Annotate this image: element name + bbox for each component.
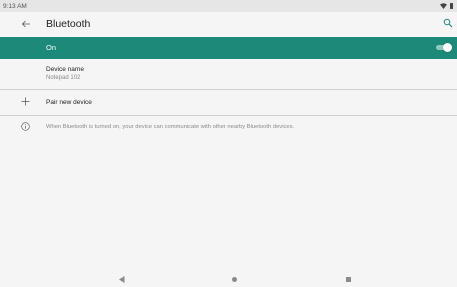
info-row: When Bluetooth is turned on, your device… bbox=[0, 118, 457, 138]
device-name-row[interactable]: Device name Notepad 102 bbox=[0, 60, 457, 88]
plus-icon bbox=[21, 97, 30, 106]
toggle-thumb bbox=[443, 43, 452, 52]
bluetooth-toggle[interactable] bbox=[435, 42, 452, 53]
pair-new-device-label: Pair new device bbox=[46, 99, 92, 106]
bluetooth-state-label: On bbox=[46, 43, 57, 52]
pair-new-device-row[interactable]: Pair new device bbox=[0, 90, 457, 114]
back-arrow-icon[interactable] bbox=[20, 18, 32, 30]
search-icon[interactable] bbox=[443, 18, 453, 28]
page-title: Bluetooth bbox=[46, 18, 91, 30]
navigation-bar bbox=[0, 272, 457, 287]
battery-icon bbox=[450, 3, 453, 9]
status-icons bbox=[440, 3, 453, 9]
status-bar: 9:13 AM bbox=[0, 0, 457, 12]
status-time: 9:13 AM bbox=[3, 2, 27, 10]
home-circle-icon[interactable] bbox=[232, 277, 237, 282]
info-text: When Bluetooth is turned on, your device… bbox=[46, 124, 295, 130]
back-triangle-icon[interactable] bbox=[119, 276, 125, 283]
bluetooth-master-switch-row[interactable]: On bbox=[0, 37, 457, 59]
wifi-icon bbox=[440, 3, 447, 9]
app-bar: Bluetooth bbox=[0, 12, 457, 36]
info-icon bbox=[21, 122, 30, 131]
device-name-value: Notepad 102 bbox=[46, 75, 81, 81]
device-name-label: Device name bbox=[46, 66, 84, 73]
divider bbox=[0, 115, 457, 116]
recents-square-icon[interactable] bbox=[346, 277, 351, 282]
